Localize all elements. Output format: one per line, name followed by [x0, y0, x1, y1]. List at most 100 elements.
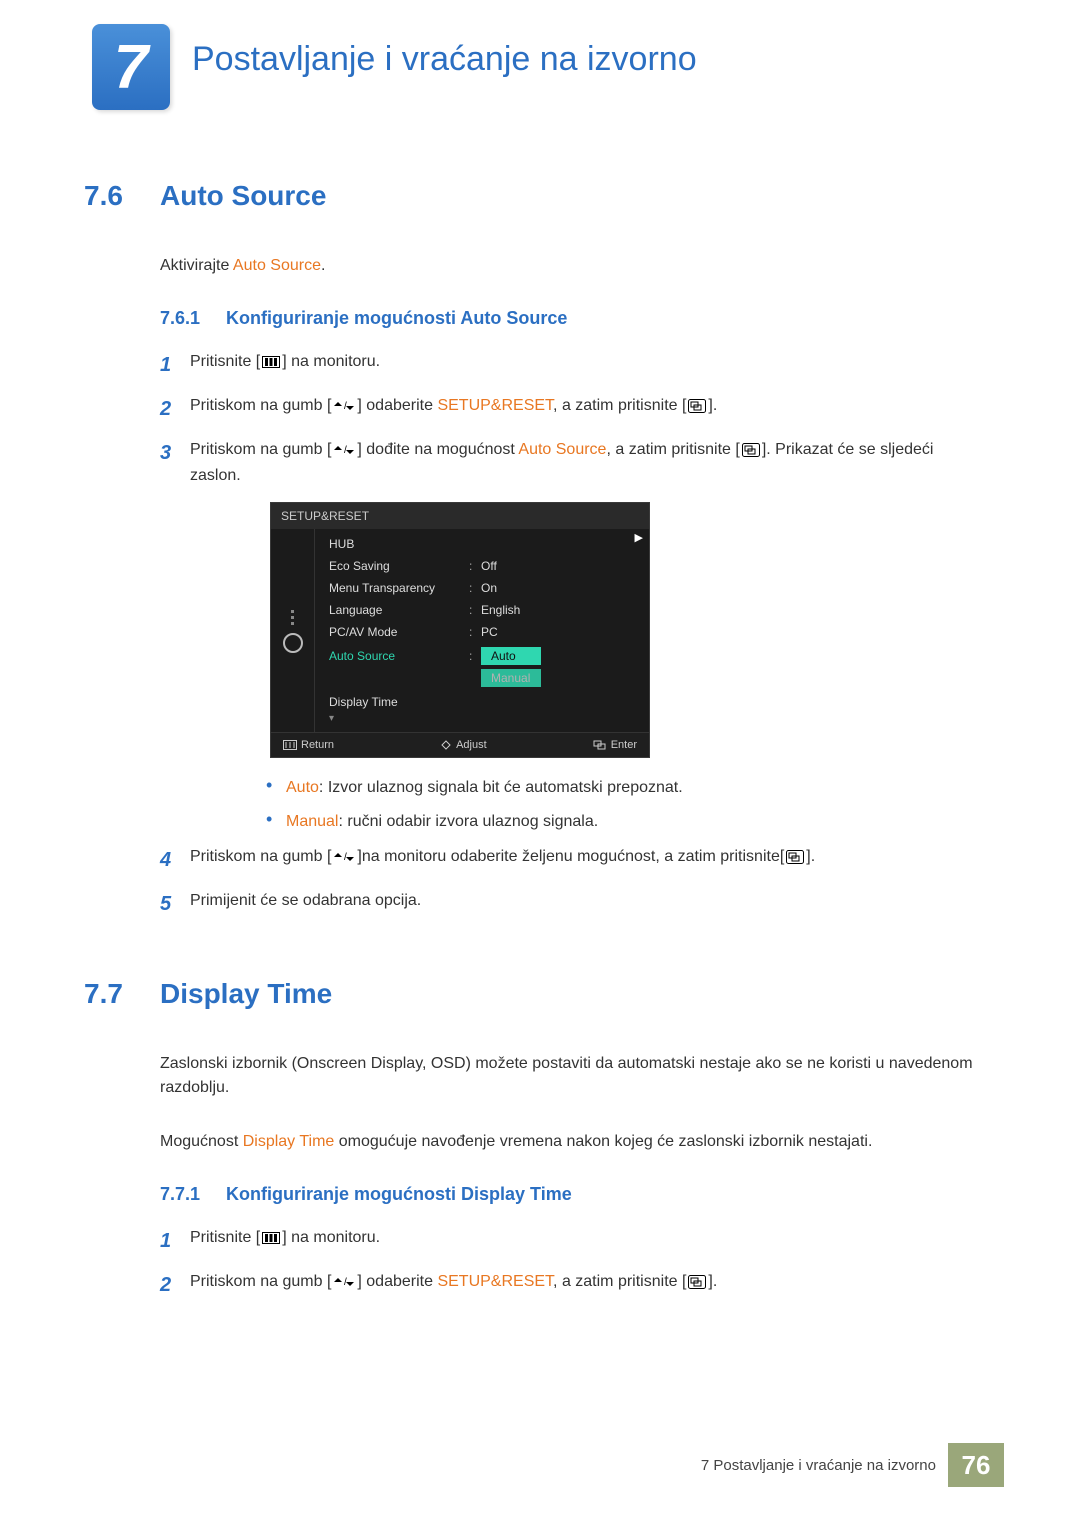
osd-enter-hint: Enter: [593, 739, 637, 751]
text: Pritiskom na gumb [: [190, 441, 331, 458]
step-1: 1 Pritisnite [ ] na monitoru.: [160, 1225, 984, 1257]
osd-row-eco: Eco Saving:Off: [315, 555, 649, 577]
text: Pritisnite [: [190, 1229, 260, 1246]
osd-label: Menu Transparency: [329, 581, 469, 595]
paragraph: Zaslonski izbornik (Onscreen Display, OS…: [160, 1052, 984, 1100]
page-number-badge: 76: [948, 1443, 1004, 1487]
text: ] na monitoru.: [282, 1229, 380, 1246]
osd-row-menu-transparency: Menu Transparency:On: [315, 577, 649, 599]
chevron-right-icon: ▶: [635, 531, 643, 544]
text: Pritiskom na gumb [: [190, 1273, 331, 1290]
paragraph: Mogućnost Display Time omogućuje navođen…: [160, 1130, 984, 1154]
osd-value: Off: [481, 559, 497, 573]
text: Enter: [611, 739, 637, 751]
step-2: 2 Pritiskom na gumb [/] odaberite SETUP&…: [160, 393, 984, 425]
updown-icon: /: [333, 1276, 355, 1288]
osd-row-hub: HUB: [315, 533, 649, 555]
text: ] dođite na mogućnost: [357, 441, 518, 458]
section-number: 7.6: [84, 180, 160, 212]
osd-row-display-time: Display Time: [315, 691, 649, 713]
gear-icon: [283, 633, 303, 653]
osd-value: Manual: [481, 669, 541, 687]
accent-term: SETUP&RESET: [437, 1273, 553, 1290]
enter-icon: [688, 399, 706, 413]
step-number: 2: [160, 1269, 190, 1301]
text: Pritiskom na gumb [: [190, 848, 331, 865]
subsection-heading-7-7-1: 7.7.1 Konfiguriranje mogućnosti Display …: [160, 1184, 984, 1205]
step-2: 2 Pritiskom na gumb [/] odaberite SETUP&…: [160, 1269, 984, 1301]
step-list: 1 Pritisnite [ ] na monitoru. 2 Pritiskom…: [160, 349, 984, 920]
step-number: 3: [160, 437, 190, 469]
text: , a zatim pritisnite [: [606, 441, 739, 458]
subsection-number: 7.6.1: [160, 308, 226, 329]
osd-sidebar: [271, 529, 315, 732]
updown-icon: /: [333, 400, 355, 412]
step-text: Pritisnite [ ] na monitoru.: [190, 1225, 984, 1251]
osd-label: Language: [329, 603, 469, 617]
step-number: 1: [160, 349, 190, 381]
menu-icon: [262, 1232, 280, 1244]
chapter-number-badge: 7: [92, 24, 170, 110]
osd-menu-screenshot: SETUP&RESET ▶ HUB Eco Saving:Off Menu Tr…: [270, 502, 650, 758]
section-title: Display Time: [160, 978, 332, 1010]
step-4: 4 Pritiskom na gumb [/]na monitoru odabe…: [160, 844, 984, 876]
text: Pritiskom na gumb [: [190, 397, 331, 414]
step-3: 3 Pritiskom na gumb [/] dođite na mogućn…: [160, 437, 984, 488]
osd-label: PC/AV Mode: [329, 625, 469, 639]
enter-icon: [742, 443, 760, 457]
text: ] odaberite: [357, 397, 437, 414]
accent-term: Auto Source: [233, 257, 321, 274]
accent-term: Auto Source: [518, 441, 606, 458]
text: ] na monitoru.: [282, 353, 380, 370]
subsection-title: Konfiguriranje mogućnosti Auto Source: [226, 308, 567, 329]
osd-label: Eco Saving: [329, 559, 469, 573]
text: omogućuje navođenje vremena nakon kojeg …: [334, 1133, 872, 1150]
subsection-number: 7.7.1: [160, 1184, 226, 1205]
accent-term: SETUP&RESET: [437, 397, 553, 414]
bullet-icon: •: [266, 810, 286, 828]
step-number: 5: [160, 888, 190, 920]
text: Adjust: [456, 739, 487, 751]
step-number: 2: [160, 393, 190, 425]
osd-value: English: [481, 603, 520, 617]
text: : Izvor ulaznog signala bit će automatsk…: [319, 779, 683, 796]
section-heading-7-7: 7.7 Display Time: [84, 978, 984, 1010]
text: ]na monitoru odaberite željenu mogućnost…: [357, 848, 784, 865]
menu-icon: [262, 356, 280, 368]
enter-icon: [688, 1275, 706, 1289]
step-1: 1 Pritisnite [ ] na monitoru.: [160, 349, 984, 381]
footer-chapter-ref: 7 Postavljanje i vraćanje na izvorno: [701, 1457, 936, 1474]
osd-row-auto-source: Auto Source:Auto: [315, 643, 649, 669]
updown-icon: /: [333, 851, 355, 863]
updown-icon: /: [333, 444, 355, 456]
osd-label: Auto Source: [329, 649, 469, 663]
text: ].: [806, 848, 815, 865]
text: ] odaberite: [357, 1273, 437, 1290]
osd-row-language: Language:English: [315, 599, 649, 621]
bullet-icon: •: [266, 776, 286, 794]
osd-row-auto-source-alt: Manual: [315, 669, 649, 691]
accent-term: Display Time: [243, 1133, 335, 1150]
text: Mogućnost: [160, 1133, 243, 1150]
step-text: Pritiskom na gumb [/]na monitoru odaberi…: [190, 844, 984, 870]
step-text: Pritiskom na gumb [/] dođite na mogućnos…: [190, 437, 984, 488]
osd-more-indicator: ▾: [315, 713, 649, 728]
text: Pritisnite [: [190, 353, 260, 370]
accent-term: Manual: [286, 813, 338, 830]
accent-term: Auto: [286, 779, 319, 796]
section-intro: Aktivirajte Auto Source.: [160, 254, 984, 278]
step-5: 5 Primijenit će se odabrana opcija.: [160, 888, 984, 920]
osd-row-pcav: PC/AV Mode:PC: [315, 621, 649, 643]
step-text: Primijenit će se odabrana opcija.: [190, 888, 984, 914]
enter-icon: [786, 850, 804, 864]
osd-title: SETUP&RESET: [271, 503, 649, 529]
step-text: Pritiskom na gumb [/] odaberite SETUP&RE…: [190, 1269, 984, 1295]
step-number: 4: [160, 844, 190, 876]
step-number: 1: [160, 1225, 190, 1257]
text: ].: [708, 1273, 717, 1290]
subsection-heading-7-6-1: 7.6.1 Konfiguriranje mogućnosti Auto Sou…: [160, 308, 984, 329]
option-bullets: • Auto: Izvor ulaznog signala bit će aut…: [266, 776, 984, 834]
text: , a zatim pritisnite [: [553, 1273, 686, 1290]
chapter-title: Postavljanje i vraćanje na izvorno: [192, 40, 697, 79]
step-list: 1 Pritisnite [ ] na monitoru. 2 Pritiskom…: [160, 1225, 984, 1301]
